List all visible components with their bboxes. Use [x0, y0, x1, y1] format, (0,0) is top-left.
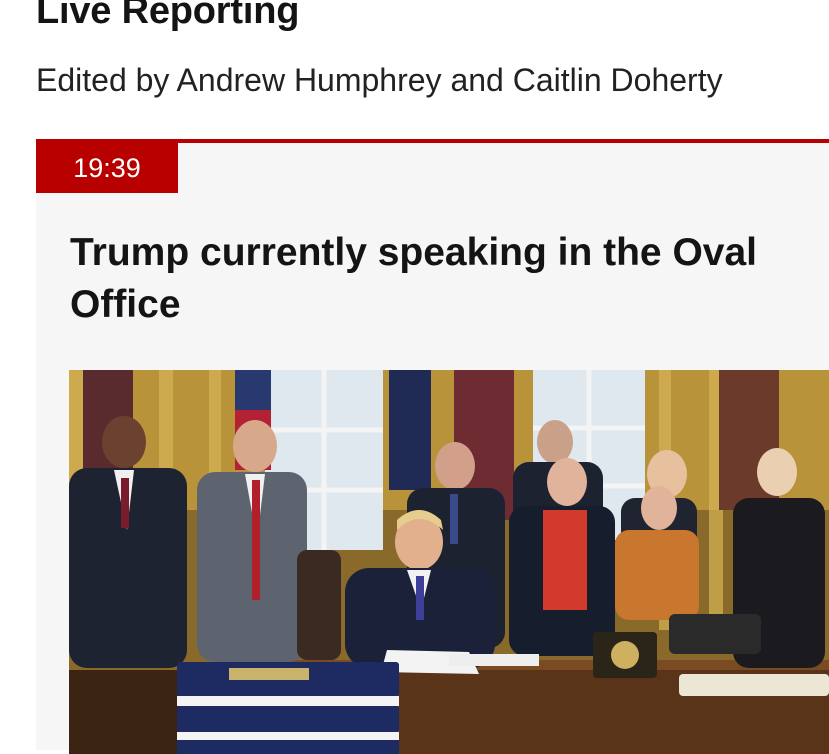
- oval-office-photo: [69, 370, 829, 754]
- byline: Edited by Andrew Humphrey and Caitlin Do…: [36, 62, 723, 98]
- live-post-card: 19:39 Trump currently speaking in the Ov…: [36, 139, 829, 754]
- post-headline[interactable]: Trump currently speaking in the Oval Off…: [70, 227, 770, 331]
- timestamp-badge: 19:39: [36, 143, 178, 193]
- post-photo[interactable]: [69, 370, 829, 754]
- page-title: Live Reporting: [36, 0, 300, 32]
